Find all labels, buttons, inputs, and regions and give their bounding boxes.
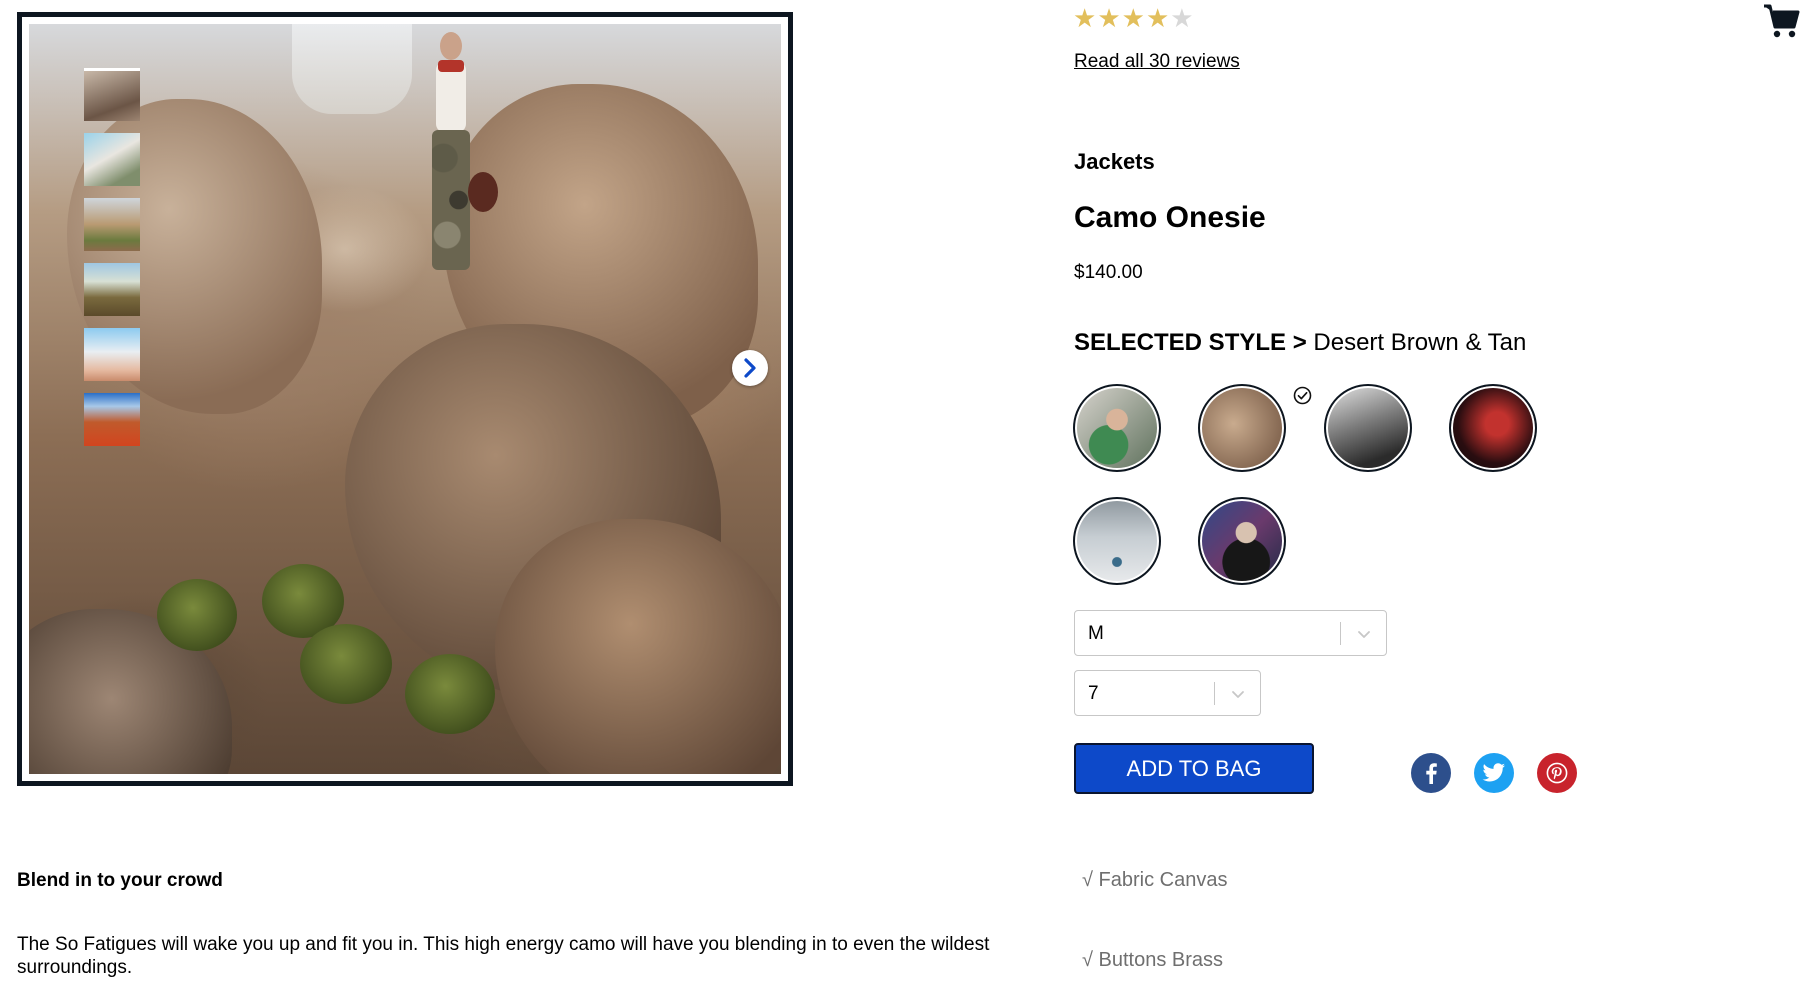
add-to-bag-button[interactable]: ADD TO BAG (1074, 743, 1314, 794)
selected-style: SELECTED STYLE > Desert Brown & Tan (1074, 329, 1526, 357)
image-cactus (405, 654, 495, 734)
product-price: $140.00 (1074, 262, 1143, 283)
quantity-select-value: 7 (1088, 683, 1099, 704)
feature-item: √ Buttons Brass (1082, 949, 1224, 971)
pinterest-share-button[interactable] (1537, 753, 1577, 793)
shopping-cart-icon[interactable] (1763, 3, 1800, 39)
product-image-gallery (17, 12, 793, 786)
style-swatch-6[interactable] (1198, 497, 1286, 585)
image-model (428, 31, 498, 292)
checkmark-circle-icon (1293, 386, 1312, 405)
facebook-icon (1426, 763, 1437, 784)
quantity-select[interactable]: 7 (1074, 670, 1261, 716)
star-icon: ★ (1073, 3, 1098, 33)
model-scarf (437, 59, 464, 72)
description-title: Blend in to your crowd (17, 870, 223, 891)
thumbnail-5[interactable] (84, 328, 140, 381)
select-separator (1340, 622, 1341, 645)
twitter-share-button[interactable] (1474, 753, 1514, 793)
thumbnail-strip (84, 68, 140, 458)
size-select[interactable]: M (1074, 610, 1387, 656)
model-hat (467, 171, 498, 212)
model-head (439, 31, 462, 60)
product-category: Jackets (1074, 149, 1155, 174)
image-sky (292, 24, 413, 114)
style-swatch-3[interactable] (1324, 384, 1412, 472)
thumbnail-2[interactable] (84, 133, 140, 186)
thumbnail-6[interactable] (84, 393, 140, 446)
feature-item: √ Fabric Canvas (1082, 869, 1228, 891)
image-cactus (299, 624, 392, 704)
facebook-share-button[interactable] (1411, 753, 1451, 793)
thumbnail-1[interactable] (84, 68, 140, 121)
style-swatch-5[interactable] (1073, 497, 1161, 585)
image-rock (495, 519, 781, 774)
description-body: The So Fatigues will wake you up and fit… (17, 934, 990, 978)
selected-style-label: SELECTED STYLE > (1074, 329, 1307, 356)
chevron-down-icon (1358, 631, 1370, 638)
model-torso (435, 61, 466, 132)
thumbnail-4[interactable] (84, 263, 140, 316)
thumbnail-3[interactable] (84, 198, 140, 251)
selected-style-value: Desert Brown & Tan (1313, 329, 1527, 356)
star-icon: ★ (1097, 3, 1122, 33)
next-image-button[interactable] (732, 350, 768, 386)
chevron-right-icon (744, 358, 756, 378)
star-icon: ★ (1121, 3, 1146, 33)
product-title: Camo Onesie (1074, 201, 1266, 234)
style-swatch-2[interactable] (1198, 384, 1286, 472)
star-icon: ★ (1145, 3, 1171, 33)
select-separator (1214, 682, 1215, 705)
twitter-icon (1482, 763, 1505, 782)
image-cactus (156, 579, 237, 651)
pinterest-icon (1546, 762, 1568, 784)
chevron-down-icon (1232, 691, 1244, 698)
model-camo-pants (431, 129, 470, 270)
style-swatch-1[interactable] (1073, 384, 1161, 472)
star-rating: ★★★★★ (1073, 4, 1195, 32)
size-select-value: M (1088, 623, 1104, 644)
read-reviews-link[interactable]: Read all 30 reviews (1074, 51, 1240, 73)
style-swatch-4[interactable] (1449, 384, 1537, 472)
main-product-image (29, 24, 781, 774)
star-empty-icon: ★ (1170, 3, 1195, 33)
